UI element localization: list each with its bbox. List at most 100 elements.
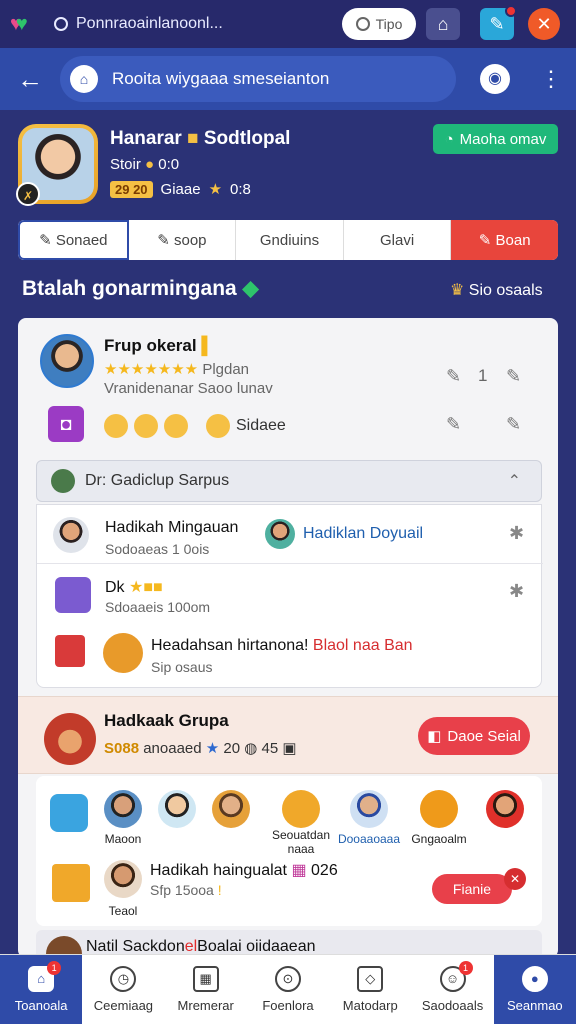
avatar[interactable] [53, 517, 89, 553]
nav-home[interactable]: ⌂ 1 Toanoala [0, 955, 83, 1024]
nav-matodarp[interactable]: ◇ Matodarp [329, 955, 411, 1024]
pin-icon[interactable]: ✎ [506, 414, 521, 435]
avatar[interactable] [486, 790, 524, 828]
post-rating-label: Plgdan [202, 361, 250, 378]
profile-meta: 29 20 Giaae ★ 0:8 [110, 180, 251, 198]
notification-badge: 1 [458, 961, 473, 975]
tools-icon[interactable]: ✕ [528, 8, 560, 40]
post-title-text: Frup okeral [104, 336, 197, 355]
avatar[interactable] [104, 790, 142, 828]
chat-icon: ◍ [244, 740, 258, 757]
nav-label: Foenlora [262, 998, 314, 1013]
tab-label: Boan [495, 231, 531, 249]
group-card: Hadkaak Grupa S088 anoaaed ★ 20 ◍ 45 ▣ ◧… [18, 696, 558, 774]
nav-ceemiaag[interactable]: ◷ Ceemiaag [82, 955, 164, 1024]
nav-label: Mremerar [177, 998, 234, 1013]
tab-gndiuins[interactable]: Gndiuins [236, 220, 344, 260]
group-action-button[interactable]: ◧ Daoe Seial [418, 717, 530, 755]
group-header[interactable]: Dr: Gadiclup Sarpus ⌃ [36, 460, 542, 502]
emoji-icon[interactable] [164, 414, 188, 438]
close-icon[interactable]: ✕ [504, 868, 526, 890]
avatar[interactable] [158, 790, 196, 828]
tab-label: soop [174, 231, 207, 249]
avatar[interactable]: ✗ [16, 124, 98, 206]
tab-glavi[interactable]: Glavi [344, 220, 452, 260]
tip-pill[interactable]: Tipo [342, 8, 416, 40]
avatar[interactable] [212, 790, 250, 828]
group-items: Hadikah Mingauan Sodoaeas 1 0ois Hadikla… [36, 504, 543, 688]
emoji-icon[interactable] [104, 414, 128, 438]
folder-icon: ■ [187, 128, 199, 149]
item-title: Dk ★■■ [105, 577, 163, 597]
tab-sonaed[interactable]: ✎ Sonaed [18, 220, 129, 260]
avatar[interactable] [40, 334, 94, 388]
camera-icon[interactable]: ◉ [480, 64, 510, 94]
nav-mremerar[interactable]: ▦ Mremerar [165, 955, 247, 1024]
pin-icon[interactable]: ✎ [446, 414, 461, 435]
avatar[interactable] [44, 713, 96, 765]
tip-label: Tipo [375, 16, 403, 32]
asterisk-icon[interactable]: ✱ [509, 523, 524, 544]
box-icon: ◇ [357, 966, 384, 992]
kebab-icon[interactable]: ⋮ [540, 62, 562, 96]
emoji-row: Sidaee [104, 414, 286, 438]
star-icon: ★ [208, 181, 223, 198]
building-icon[interactable]: ⌂ [426, 8, 460, 40]
tag-icon [52, 864, 90, 902]
members-panel: Maoon Seouatdan naaa Dooaaoaaa Gngaoalm … [36, 776, 542, 926]
notification-badge: 1 [47, 961, 62, 975]
emoji-icon[interactable] [206, 414, 230, 438]
nav-saodoaals[interactable]: ☺ 1 Saodoaals [411, 955, 493, 1024]
item-title: Hadikah Mingauan [105, 519, 239, 536]
address-field[interactable]: ⌂ Rooita wiygaaa smeseianton [60, 56, 456, 102]
box-icon: ▣ [282, 740, 297, 757]
member-row-value: 026 [311, 862, 338, 879]
member-name: Teaol [108, 904, 138, 918]
emoji-icon[interactable] [134, 414, 158, 438]
avatar[interactable] [350, 790, 388, 828]
star-icon: ★ [205, 740, 220, 757]
grid-icon: ▦ [192, 966, 219, 992]
item-link[interactable]: Hadiklan Doyuail [303, 525, 423, 543]
nav-profile[interactable]: ● Seanmao [493, 955, 576, 1024]
chat-icon: ◔ [444, 130, 454, 148]
item-subtitle: Sdoaaeis 100om [105, 599, 211, 615]
coin-icon[interactable] [420, 790, 458, 828]
nav-foenlora[interactable]: ⊙ Foenlora [247, 955, 329, 1024]
tab-boan[interactable]: ✎ Boan [451, 220, 558, 260]
level-badge-icon: ✗ [16, 182, 40, 206]
member-name: Dooaaoaaa [337, 832, 401, 846]
clock-icon [355, 17, 370, 31]
tab-label: Glavi [379, 231, 415, 249]
back-arrow-icon[interactable]: ← [0, 64, 60, 95]
address-text: Rooita wiygaaa smeseianton [112, 69, 330, 88]
pin-icon[interactable]: ✎ [506, 366, 521, 387]
chevron-up-icon[interactable]: ⌃ [508, 471, 521, 491]
peek-text: Natil Sackdon [86, 938, 185, 955]
post-subtitle: Vranidenanar Saoo lunav [104, 380, 273, 397]
member-action-button[interactable]: Fianie [432, 874, 512, 904]
tab-soop[interactable]: ✎ soop [129, 220, 237, 260]
puzzle-icon[interactable] [50, 794, 88, 832]
tag-icon[interactable] [282, 790, 320, 828]
group-stat-label: anoaaed [143, 740, 202, 757]
gift-icon[interactable]: ◘ [48, 406, 84, 442]
profile-meta-value: 0:8 [230, 180, 251, 198]
avatar[interactable] [104, 860, 142, 898]
pin-icon[interactable]: ✎ [446, 366, 461, 387]
section-link[interactable]: ♛ Sio osaals [450, 280, 543, 300]
asterisk-icon[interactable]: ✱ [509, 581, 524, 602]
wrench-icon[interactable]: ✎ [480, 5, 517, 40]
bottom-nav: ⌂ 1 Toanoala ◷ Ceemiaag ▦ Mremerar ⊙ Foe… [0, 954, 576, 1024]
avatar[interactable] [265, 519, 295, 549]
coin-icon: ● [145, 156, 155, 173]
group-action-label: Daoe Seial [447, 727, 521, 745]
item-link[interactable]: Blaol naa Ban [313, 637, 413, 654]
top-search[interactable]: Ponnraoainlanoonl... [54, 15, 304, 33]
message-button[interactable]: ◔ Maoha omav [433, 124, 558, 154]
section-link-label: Sio osaals [468, 282, 543, 299]
post-count: 1 [478, 366, 488, 385]
profile-name: Hanarar ■ Sodtlopal [110, 128, 290, 150]
profile-stat-label: Stoir [110, 156, 141, 173]
group-stat-count2: 45 [261, 740, 279, 757]
